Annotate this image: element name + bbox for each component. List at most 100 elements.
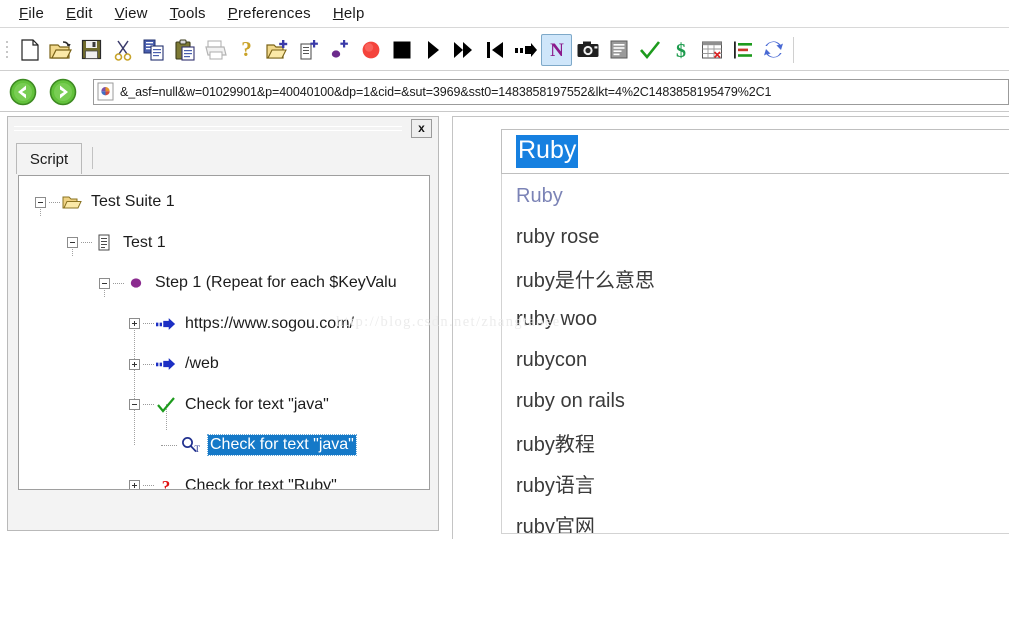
url-input[interactable]: &_asf=null&w=01029901&p=40040100&dp=1&ci… xyxy=(93,78,1009,105)
play-fast-button[interactable] xyxy=(448,34,479,66)
tree-item-check-java-child[interactable]: T Check for text "java" xyxy=(19,425,429,466)
dock-tabstrip: Script xyxy=(14,141,432,174)
tree-dot-connector xyxy=(143,485,154,487)
tree-label: /web xyxy=(185,355,219,373)
refresh-button[interactable] xyxy=(758,34,789,66)
tree-item-check-java[interactable]: Check for text "java" xyxy=(19,385,429,426)
paste-button[interactable] xyxy=(169,34,200,66)
tree-label: https://www.sogou.com/ xyxy=(185,314,354,332)
save-button[interactable] xyxy=(76,34,107,66)
browser-content-area: Ruby Ruby ruby rose ruby是什么意思 ruby woo r… xyxy=(452,116,1009,539)
dock-drag-handle[interactable] xyxy=(14,122,402,135)
script-tree[interactable]: Test Suite 1 Test 1 Step 1 (Repeat for e… xyxy=(18,175,430,490)
tree-expander-expand[interactable] xyxy=(129,358,140,370)
new-test-button[interactable] xyxy=(293,34,324,66)
menu-item-file[interactable]: File xyxy=(8,3,55,24)
search-input[interactable]: Ruby xyxy=(501,129,1009,174)
toolbar-grip[interactable] xyxy=(2,37,12,63)
screenshot-button[interactable] xyxy=(572,34,603,66)
tree-expander-collapse[interactable] xyxy=(129,399,140,411)
forward-button[interactable] xyxy=(46,75,80,109)
toolbar-separator xyxy=(793,36,794,63)
open-folder-icon xyxy=(49,40,72,59)
tree-dot-connector xyxy=(81,242,92,244)
tree-dot-connector xyxy=(161,444,177,446)
highlight-toggle-button[interactable]: N xyxy=(541,33,572,66)
cut-button[interactable] xyxy=(107,34,138,66)
dock-close-button[interactable]: x xyxy=(411,119,432,138)
tree-expander-collapse[interactable] xyxy=(67,237,78,249)
step-over-button[interactable] xyxy=(510,34,541,66)
cut-scissors-icon xyxy=(114,40,131,61)
tree-dot-connector xyxy=(143,363,154,365)
copy-icon xyxy=(143,39,164,61)
play-button[interactable] xyxy=(417,34,448,66)
menu-file-rest: ile xyxy=(28,5,44,22)
suggestion-item[interactable]: ruby woo xyxy=(502,299,1009,340)
navigate-arrow-icon xyxy=(156,314,176,334)
copy-button[interactable] xyxy=(138,34,169,66)
tab-script-label: Script xyxy=(29,150,69,168)
suggestion-item[interactable]: ruby教程 xyxy=(502,422,1009,463)
menu-tools-rest: ools xyxy=(177,5,206,22)
open-folder-button[interactable] xyxy=(45,34,76,66)
tree-expander-expand[interactable] xyxy=(129,480,140,489)
new-test-suite-button[interactable] xyxy=(262,34,293,66)
tree-item-navigate-sogou[interactable]: https://www.sogou.com/ xyxy=(19,304,429,345)
menu-item-view[interactable]: View xyxy=(104,3,159,24)
menu-bar: File Edit View Tools Preferences Help xyxy=(0,0,1009,28)
tab-script[interactable]: Script xyxy=(16,143,82,174)
back-arrow-icon xyxy=(9,78,37,105)
suggestion-item[interactable]: ruby语言 xyxy=(502,463,1009,504)
validate-button[interactable] xyxy=(634,34,665,66)
tree-expander-collapse[interactable] xyxy=(99,277,110,289)
record-button[interactable] xyxy=(355,34,386,66)
tree-dot-connector xyxy=(143,404,154,406)
stop-button[interactable] xyxy=(386,34,417,66)
tree-item-check-ruby[interactable]: ? Check for text "Ruby" xyxy=(19,466,429,489)
tree-item-navigate-web[interactable]: /web xyxy=(19,344,429,385)
suggestion-item[interactable]: ruby rose xyxy=(502,217,1009,258)
variable-button[interactable]: $ xyxy=(665,34,696,66)
play-fast-icon xyxy=(453,41,472,58)
new-file-button[interactable] xyxy=(14,34,45,66)
menu-item-edit[interactable]: Edit xyxy=(55,3,104,24)
tree-dot-connector xyxy=(113,282,124,284)
tree-expander-collapse[interactable] xyxy=(35,196,46,208)
tree-item-test[interactable]: Test 1 xyxy=(19,223,429,264)
rewind-button[interactable] xyxy=(479,34,510,66)
outline-button[interactable] xyxy=(727,34,758,66)
menu-view-accel: V xyxy=(114,5,125,22)
tree-expander-expand[interactable] xyxy=(129,318,140,330)
search-suggestion-panel: Ruby Ruby ruby rose ruby是什么意思 ruby woo r… xyxy=(501,129,1009,534)
save-icon xyxy=(81,39,102,60)
tree-root: Test Suite 1 Test 1 Step 1 (Repeat for e… xyxy=(19,176,429,489)
suggestion-item[interactable]: Ruby xyxy=(502,176,1009,217)
data-table-button[interactable] xyxy=(696,34,727,66)
tree-item-step[interactable]: Step 1 (Repeat for each $KeyValu xyxy=(19,263,429,304)
report-icon xyxy=(610,40,627,59)
suggestion-item[interactable]: rubycon xyxy=(502,340,1009,381)
application-window: File Edit View Tools Preferences Help ? … xyxy=(0,0,1009,639)
record-icon xyxy=(362,41,379,58)
tree-label: Test Suite 1 xyxy=(91,193,175,211)
menu-item-tools[interactable]: Tools xyxy=(159,3,217,24)
print-button[interactable] xyxy=(200,34,231,66)
refresh-icon xyxy=(764,41,783,58)
paste-clipboard-icon xyxy=(174,39,195,61)
back-button[interactable] xyxy=(6,75,40,109)
menu-item-help[interactable]: Help xyxy=(322,3,376,24)
menu-item-preferences[interactable]: Preferences xyxy=(217,3,322,24)
help-button[interactable]: ? xyxy=(231,34,262,66)
suggestion-item[interactable]: ruby官网 xyxy=(502,504,1009,533)
new-step-icon xyxy=(331,39,348,58)
tree-item-test-suite[interactable]: Test Suite 1 xyxy=(19,182,429,223)
highlight-n-icon: N xyxy=(550,40,564,60)
help-question-icon: ? xyxy=(241,37,252,61)
bottom-blank-area xyxy=(0,540,1009,639)
report-button[interactable] xyxy=(603,34,634,66)
suggestion-item[interactable]: ruby on rails xyxy=(502,381,1009,422)
test-document-icon xyxy=(94,233,114,253)
suggestion-item[interactable]: ruby是什么意思 xyxy=(502,258,1009,299)
new-step-button[interactable] xyxy=(324,34,355,66)
